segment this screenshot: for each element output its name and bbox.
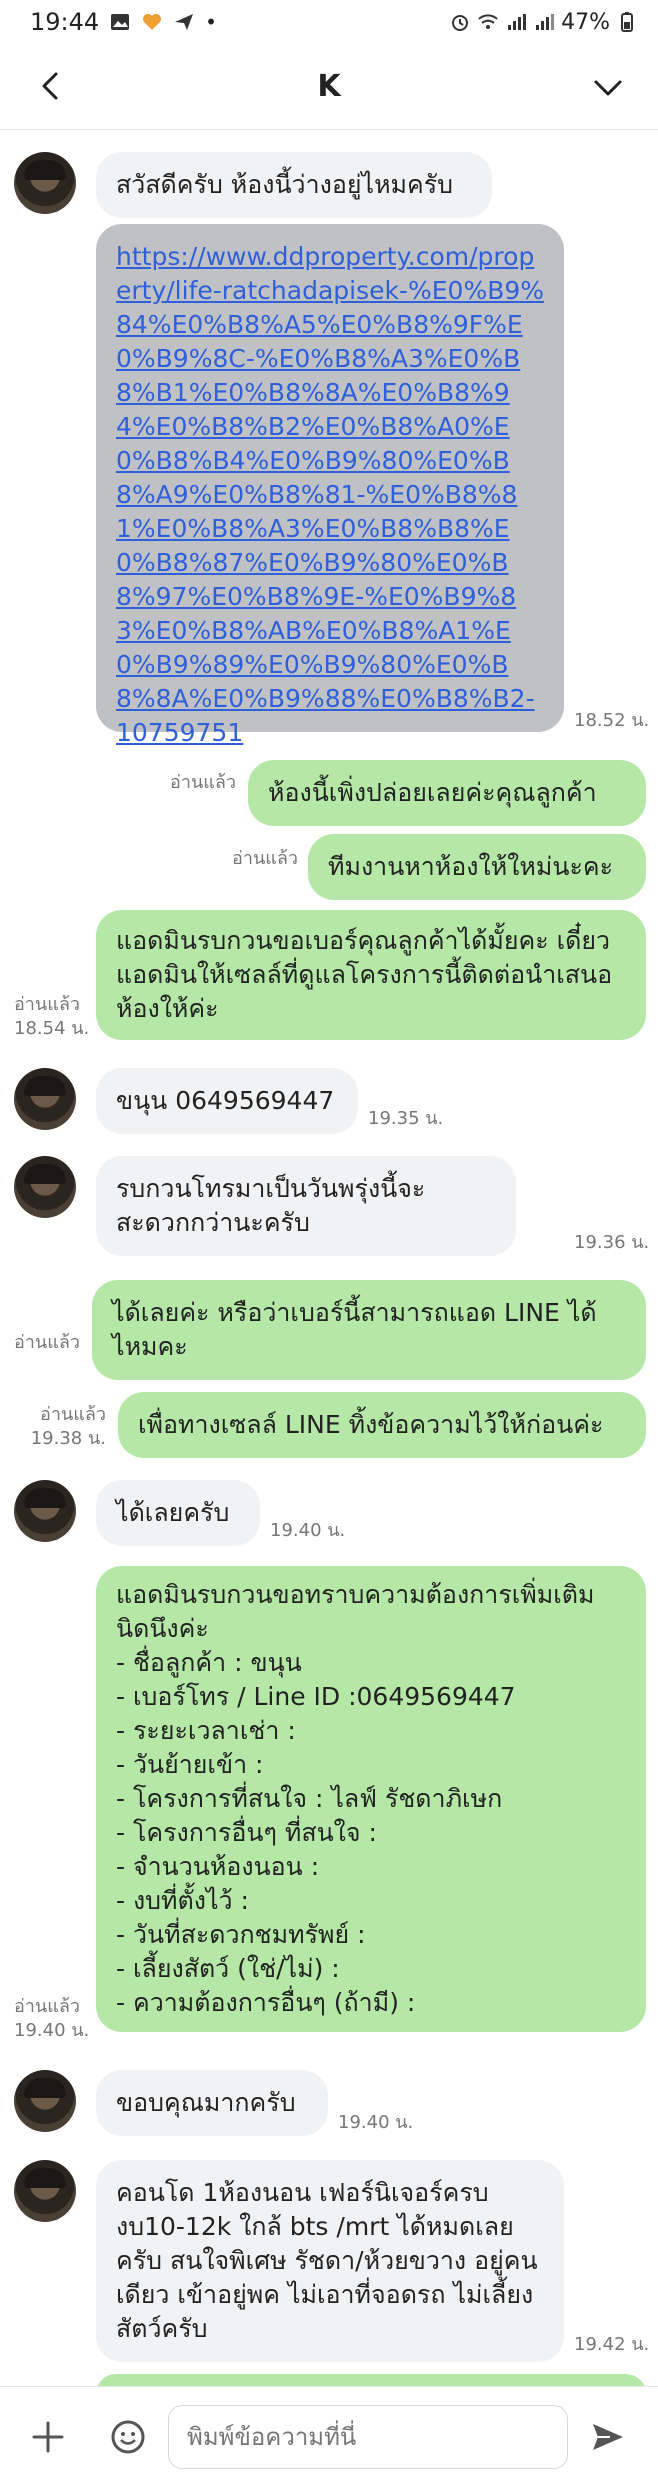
message-bubble[interactable]: ขอบคุณมากครับ	[96, 2070, 328, 2136]
avatar[interactable]	[14, 2070, 76, 2132]
read-receipt: อ่านแล้ว	[14, 994, 80, 1015]
send-app-icon	[175, 14, 194, 30]
message-bubble[interactable]: ห้องนี้เพิ่งปล่อยเลยค่ะคุณลูกค้า	[248, 760, 646, 826]
plus-icon[interactable]	[30, 2419, 66, 2455]
read-receipt: อ่านแล้ว	[40, 1404, 106, 1425]
alarm-icon	[452, 15, 469, 31]
message-text: ได้เลยค่ะ หรือว่าเบอร์นี้สามารถแอด LINE …	[112, 1298, 597, 1361]
message-bubble[interactable]: ได้เลยครับ	[96, 1480, 260, 1546]
message-time: 19.40 น.	[338, 2112, 414, 2133]
read-receipt: อ่านแล้ว	[14, 1332, 80, 1353]
message-text: ขนุน 0649569447	[116, 1086, 335, 1115]
message-text: ห้องนี้เพิ่งปล่อยเลยค่ะคุณลูกค้า	[268, 778, 597, 807]
message-text: รบกวนโทรมาเป็นวันพรุ่งนี้จะสะดวกกว่านะคร…	[116, 1174, 426, 1237]
chat-messages[interactable]: สวัสดีครับ ห้องนี้ว่างอยู่ไหมครับ https:…	[0, 130, 658, 2386]
property-link[interactable]: https://www.ddproperty.com/property/life…	[116, 242, 544, 747]
gallery-icon	[111, 14, 130, 30]
message-time: 19.38 น.	[30, 1428, 106, 1449]
message-text: สวัสดีครับ ห้องนี้ว่างอยู่ไหมครับ	[116, 170, 454, 199]
message-bubble[interactable]: รบกวนโทรมาเป็นวันพรุ่งนี้จะสะดวกกว่านะคร…	[96, 1156, 516, 1256]
message-text: ขอบคุณมากครับ	[116, 2088, 296, 2117]
read-receipt: อ่านแล้ว	[232, 848, 298, 869]
message-bubble[interactable]: คอนโด 1ห้องนอน เฟอร์นิเจอร์ครบ งบ10-12k …	[96, 2160, 564, 2362]
signal-icon	[508, 14, 527, 30]
status-bar: 19:44 • 47%	[0, 0, 658, 44]
message-bubble[interactable]: ขนุน 0649569447	[96, 1068, 358, 1134]
message-text: แอดมินรบกวนขอเบอร์คุณลูกค้าได้มั้ยคะ เดี…	[116, 926, 613, 1023]
message-time: 18.54 น.	[14, 1018, 90, 1039]
message-text: ได้เลยครับ	[116, 1498, 230, 1527]
message-input[interactable]	[168, 2405, 568, 2469]
message-time: 19.40 น.	[14, 2020, 90, 2041]
message-time: 19.40 น.	[270, 1520, 346, 1541]
avatar[interactable]	[14, 1156, 76, 1218]
avatar[interactable]	[14, 2160, 76, 2222]
message-text: ทีมงานหาห้องให้ใหม่นะคะ	[328, 852, 614, 881]
message-composer	[0, 2386, 658, 2486]
read-receipt: อ่านแล้ว	[14, 1996, 80, 2017]
message-bubble[interactable]: ทีมงานหาห้องให้ใหม่นะคะ	[308, 834, 646, 900]
avatar[interactable]	[14, 1068, 76, 1130]
message-bubble[interactable]: สวัสดีครับ ห้องนี้ว่างอยู่ไหมครับ	[96, 152, 492, 218]
back-arrow-icon[interactable]	[30, 66, 70, 106]
link-message-bubble[interactable]: https://www.ddproperty.com/property/life…	[96, 224, 564, 747]
battery-percent: 47%	[561, 9, 610, 35]
message-bubble[interactable]: แอดมินรบกวนขอเบอร์คุณลูกค้าได้มั้ยคะ เดี…	[96, 910, 646, 1040]
message-text: คอนโด 1ห้องนอน เฟอร์นิเจอร์ครบ งบ10-12k …	[116, 2178, 538, 2343]
message-bubble[interactable]: ได้เลยค่ะ หรือว่าเบอร์นี้สามารถแอด LINE …	[92, 1280, 646, 1380]
message-bubble[interactable]: เพื่อทางเซลล์ LINE ทิ้งข้อความไว้ให้ก่อน…	[118, 1392, 646, 1458]
avatar[interactable]	[14, 1480, 76, 1542]
message-time: 19.36 น.	[574, 1232, 650, 1253]
chevron-down-icon[interactable]	[588, 68, 628, 108]
battery-icon	[621, 12, 633, 32]
message-time: 19.42 น.	[574, 2334, 650, 2355]
message-time: 18.52 น.	[574, 710, 650, 731]
chat-header: K	[0, 44, 658, 130]
message-bubble[interactable]: แอดมินรบกวนขอทราบความต้องการเพิ่มเติมนิด…	[96, 1566, 646, 2032]
message-text: เพื่อทางเซลล์ LINE ทิ้งข้อความไว้ให้ก่อน…	[138, 1410, 604, 1439]
message-time: 19.35 น.	[368, 1108, 444, 1129]
read-receipt: อ่านแล้ว	[170, 772, 236, 793]
send-icon[interactable]	[590, 2419, 626, 2455]
message-bubble[interactable]	[96, 2374, 646, 2386]
notification-dot-icon: •	[205, 10, 217, 34]
emoji-icon[interactable]	[110, 2419, 146, 2455]
avatar[interactable]	[14, 152, 76, 214]
status-time: 19:44	[30, 8, 100, 36]
heart-app-icon	[143, 14, 162, 30]
wifi-icon	[478, 14, 498, 29]
chat-title: K	[317, 69, 341, 104]
message-text: แอดมินรบกวนขอทราบความต้องการเพิ่มเติมนิด…	[116, 1580, 595, 2017]
volte-signal-icon	[536, 14, 555, 30]
